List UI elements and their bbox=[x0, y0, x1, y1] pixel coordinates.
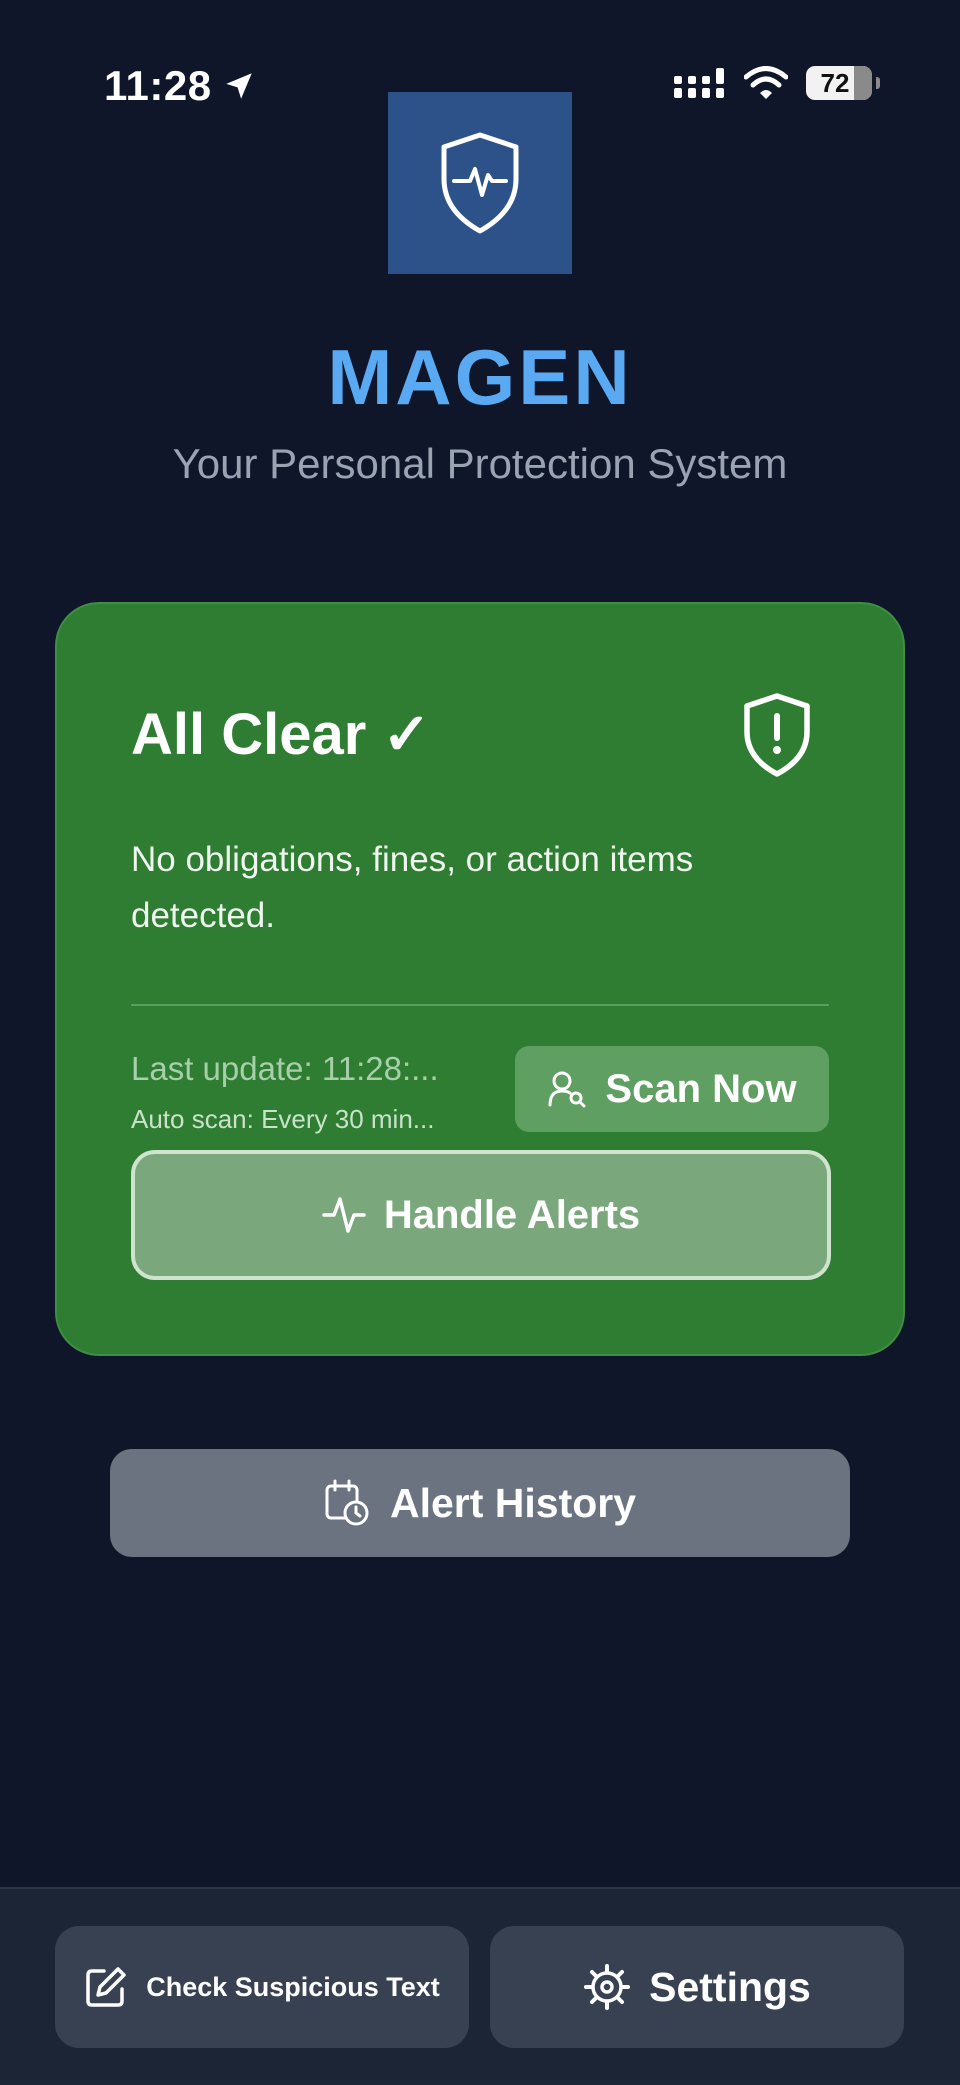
scan-now-label: Scan Now bbox=[605, 1066, 797, 1111]
settings-label: Settings bbox=[649, 1963, 811, 2010]
app-subtitle: Your Personal Protection System bbox=[172, 440, 788, 487]
user-search-icon bbox=[548, 1071, 586, 1108]
battery-empty-portion bbox=[854, 66, 872, 100]
auto-scan-text: Auto scan: Every 30 min... bbox=[131, 1104, 435, 1134]
handle-alerts-button[interactable]: Handle Alerts bbox=[131, 1150, 831, 1280]
alert-history-label: Alert History bbox=[389, 1479, 637, 1526]
status-bar-time: 11:28 bbox=[104, 62, 256, 110]
shield-heartbeat-icon bbox=[441, 132, 519, 234]
scan-now-button[interactable]: Scan Now bbox=[515, 1046, 829, 1132]
card-divider bbox=[131, 1004, 829, 1006]
status-time-text: 11:28 bbox=[104, 62, 212, 109]
check-suspicious-text-label: Check Suspicious Text bbox=[146, 1971, 440, 2002]
home-screen: 11:28 72 MAGEN Your Personal Protection … bbox=[0, 0, 960, 2085]
edit-icon bbox=[86, 1967, 126, 2007]
location-arrow-icon bbox=[225, 73, 252, 99]
status-title: All Clear ✓ bbox=[131, 702, 432, 767]
status-bar-indicators: 72 bbox=[674, 66, 880, 100]
settings-button[interactable]: Settings bbox=[490, 1926, 904, 2048]
battery-indicator: 72 bbox=[806, 66, 872, 100]
status-card: All Clear ✓ No obligations, fines, or ac… bbox=[55, 602, 905, 1356]
calendar-clock-icon bbox=[325, 1479, 369, 1526]
status-message: No obligations, fines, or action items d… bbox=[131, 840, 694, 935]
shield-alert-icon bbox=[744, 693, 810, 777]
check-suspicious-text-button[interactable]: Check Suspicious Text bbox=[55, 1926, 469, 2048]
app-logo bbox=[388, 92, 572, 274]
wifi-icon bbox=[744, 66, 788, 99]
handle-alerts-label: Handle Alerts bbox=[383, 1192, 641, 1237]
activity-icon bbox=[322, 1197, 366, 1233]
battery-nub bbox=[876, 77, 880, 89]
gear-icon bbox=[584, 1964, 631, 2010]
app-title: MAGEN bbox=[327, 333, 633, 421]
bottom-action-bar: Check Suspicious Text Settings bbox=[0, 1887, 960, 2085]
alert-history-button[interactable]: Alert History bbox=[110, 1449, 850, 1557]
cellular-signal-icon bbox=[674, 68, 724, 98]
last-update-text: Last update: 11:28:... bbox=[131, 1050, 439, 1087]
battery-level: 72 bbox=[820, 67, 850, 98]
